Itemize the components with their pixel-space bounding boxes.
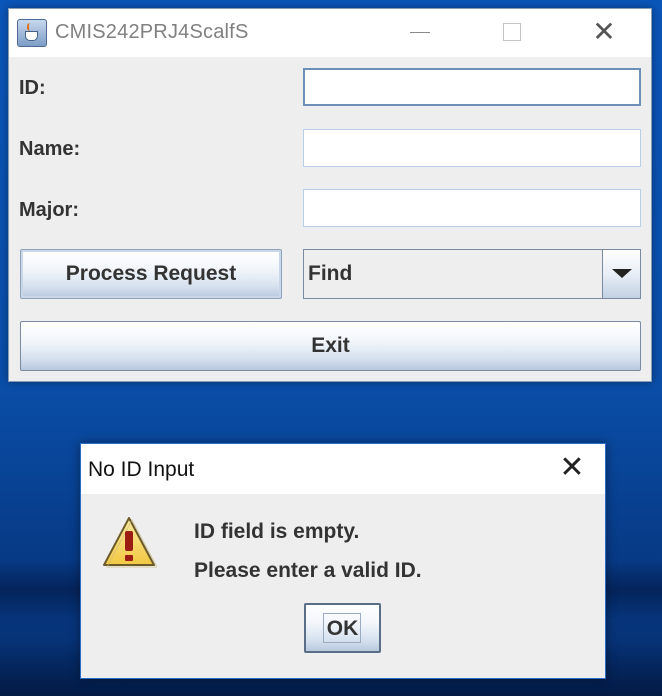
process-request-button[interactable]: Process Request xyxy=(20,249,282,299)
main-window: CMIS242PRJ4ScalfS ✕ ID: Name: Major: Pro… xyxy=(8,8,652,382)
window-title: CMIS242PRJ4ScalfS xyxy=(55,21,249,43)
minimize-button[interactable] xyxy=(397,9,443,57)
dialog-title: No ID Input xyxy=(88,458,195,481)
dialog-message-line: Please enter a valid ID. xyxy=(194,559,422,582)
minimize-icon xyxy=(410,32,430,33)
exit-button[interactable]: Exit xyxy=(20,321,641,371)
id-label: ID: xyxy=(19,77,46,99)
no-id-dialog: No ID Input ✕ ID field is empty. Please … xyxy=(80,443,606,679)
maximize-icon xyxy=(503,23,521,41)
close-button[interactable]: ✕ xyxy=(581,9,627,57)
name-field[interactable] xyxy=(303,129,641,167)
action-combobox[interactable]: Find xyxy=(303,249,641,299)
chevron-down-icon xyxy=(612,269,632,278)
dialog-close-button[interactable]: ✕ xyxy=(549,444,595,494)
id-field[interactable] xyxy=(303,68,641,106)
warning-icon xyxy=(103,517,157,568)
combobox-arrow-button[interactable] xyxy=(602,250,640,298)
dialog-titlebar[interactable]: No ID Input ✕ xyxy=(81,444,605,494)
action-selected-value: Find xyxy=(308,262,353,285)
ok-button-label: OK xyxy=(326,617,359,640)
name-label: Name: xyxy=(19,138,81,160)
major-label: Major: xyxy=(19,199,79,221)
close-icon: ✕ xyxy=(592,15,616,48)
main-titlebar[interactable]: CMIS242PRJ4ScalfS ✕ xyxy=(9,9,651,57)
java-cup-icon xyxy=(17,19,47,47)
major-field[interactable] xyxy=(303,189,641,227)
dialog-message-line: ID field is empty. xyxy=(194,520,360,543)
ok-button[interactable]: OK xyxy=(304,603,381,653)
close-icon: ✕ xyxy=(559,450,585,485)
maximize-button[interactable] xyxy=(489,9,535,57)
